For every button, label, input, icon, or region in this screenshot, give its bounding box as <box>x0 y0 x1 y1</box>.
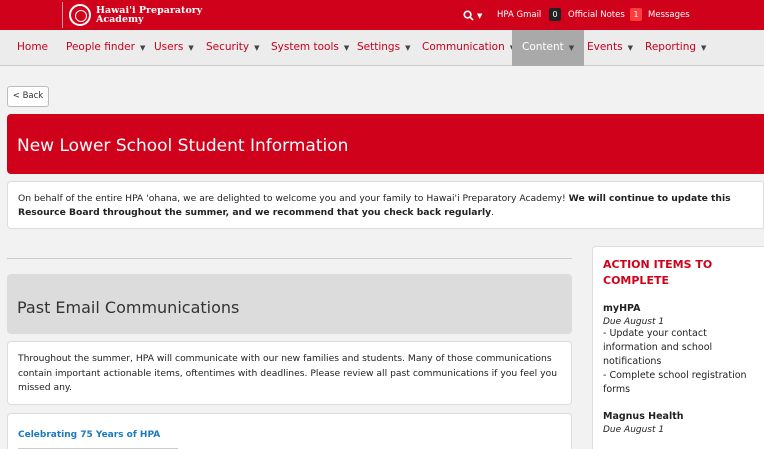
intro-text: On behalf of the entire HPA 'ohana, we a… <box>18 193 569 204</box>
action-item-title: myHPA <box>603 303 641 314</box>
school-logo[interactable]: Hawai'i Preparatory Academy <box>62 2 202 28</box>
section-header: Past Email Communications <box>7 274 572 334</box>
nav-content[interactable]: Content ▼ <box>512 30 585 66</box>
chevron-down-icon: ▼ <box>254 44 260 52</box>
action-items-title: ACTION ITEMS TO COMPLETE <box>603 258 713 287</box>
chevron-down-icon: ▼ <box>139 44 146 52</box>
official-notes-count-badge[interactable]: 0 <box>549 8 561 21</box>
search-icon <box>463 10 474 21</box>
hpa-gmail-link[interactable]: HPA Gmail <box>497 10 541 20</box>
nav-system-tools-label: System tools <box>271 41 339 53</box>
logo-text: Hawai'i Preparatory Academy <box>96 5 202 25</box>
action-item-due: Due August 1 <box>603 317 665 327</box>
chevron-down-icon: ▼ <box>568 44 575 52</box>
nav-events[interactable]: Events ▼ <box>587 30 633 66</box>
action-item-title: Magnus Health <box>603 411 684 422</box>
action-item-line: - Complete school registration forms <box>603 370 747 395</box>
nav-communication[interactable]: Communication▼ <box>422 30 515 66</box>
nav-events-label: Events <box>587 41 623 53</box>
top-bar: Hawai'i Preparatory Academy ▼ HPA Gmail … <box>0 0 764 30</box>
nav-reporting-label: Reporting <box>645 41 697 53</box>
nav-settings-label: Settings <box>357 41 401 53</box>
logo-line2: Academy <box>96 14 144 25</box>
nav-system-tools[interactable]: System tools ▼ <box>271 30 349 66</box>
communication-link[interactable]: Celebrating 75 Years of HPA <box>18 430 561 440</box>
page-banner: New Lower School Student Information <box>7 114 764 174</box>
chevron-down-icon: ▼ <box>701 44 707 52</box>
action-items-panel: ACTION ITEMS TO COMPLETE myHPA Due Augus… <box>592 246 764 449</box>
nav-home[interactable]: Home <box>17 30 48 66</box>
communication-card: Celebrating 75 Years of HPA <box>7 413 572 449</box>
nav-content-label: Content <box>522 41 564 53</box>
messages-link[interactable]: Messages <box>648 10 690 20</box>
search-button[interactable]: ▼ <box>463 8 482 22</box>
page-title: New Lower School Student Information <box>17 136 349 156</box>
chevron-down-icon: ▼ <box>405 44 411 52</box>
chevron-down-icon: ▼ <box>343 44 350 52</box>
chevron-down-icon: ▼ <box>477 11 483 20</box>
official-notes-link[interactable]: Official Notes <box>568 10 625 20</box>
nav-security[interactable]: Security ▼ <box>206 30 260 66</box>
main-nav: Home People finder ▼ Users ▼ Security ▼ Sys… <box>0 30 764 66</box>
intro-panel: On behalf of the entire HPA 'ohana, we a… <box>7 181 764 229</box>
nav-security-label: Security <box>206 41 250 53</box>
nav-settings[interactable]: Settings ▼ <box>357 30 410 66</box>
action-item-due: Due August 1 <box>603 425 665 435</box>
chevron-down-icon: ▼ <box>188 44 194 52</box>
nav-people-finder[interactable]: People finder ▼ <box>66 30 145 66</box>
nav-users-label: Users <box>154 41 184 53</box>
action-item-line: - Update your contact information and sc… <box>603 328 713 367</box>
section-body: Throughout the summer, HPA will communic… <box>7 341 572 405</box>
nav-users[interactable]: Users ▼ <box>154 30 194 66</box>
nav-people-finder-label: People finder <box>66 41 135 53</box>
back-button[interactable]: < Back <box>7 86 49 107</box>
divider <box>7 258 572 259</box>
intro-end: . <box>491 207 495 218</box>
card-preview-line <box>18 444 178 449</box>
section-title: Past Email Communications <box>17 298 240 317</box>
nav-reporting[interactable]: Reporting ▼ <box>645 30 706 66</box>
nav-communication-label: Communication <box>422 41 505 53</box>
messages-count-badge[interactable]: 1 <box>630 8 642 21</box>
nav-home-label: Home <box>17 41 49 53</box>
seal-icon <box>69 4 91 26</box>
section-body-text: Throughout the summer, HPA will communic… <box>18 353 558 393</box>
chevron-down-icon: ▼ <box>627 44 633 52</box>
